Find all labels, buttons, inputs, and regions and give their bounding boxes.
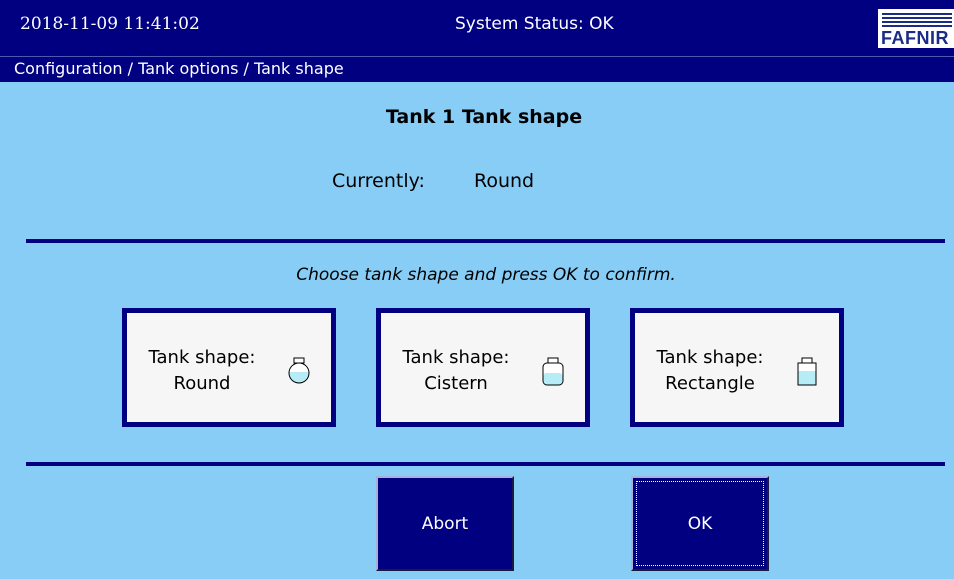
shape-button-label: Tank shape:	[402, 347, 510, 368]
rectangle-tank-icon	[797, 357, 817, 386]
shape-button-label: Tank shape:	[148, 347, 256, 368]
round-tank-icon	[288, 357, 310, 384]
datetime: 2018-11-09 11:41:02	[20, 14, 200, 34]
shape-rectangle-button[interactable]: Tank shape: Rectangle	[630, 308, 844, 427]
shape-round-button[interactable]: Tank shape: Round	[122, 308, 336, 427]
shape-button-value: Round	[173, 373, 231, 394]
cistern-tank-icon	[542, 357, 564, 386]
shape-cistern-button[interactable]: Tank shape: Cistern	[376, 308, 590, 427]
system-status: System Status: OK	[455, 14, 614, 34]
brand-logo: FAFNIR	[878, 9, 954, 48]
instruction-text: Choose tank shape and press OK to confir…	[296, 265, 676, 285]
current-shape-value: Round	[474, 170, 535, 192]
divider-top	[26, 239, 945, 243]
abort-button[interactable]: Abort	[376, 476, 514, 571]
current-shape-label: Currently:	[332, 170, 425, 192]
page-title: Tank 1 Tank shape	[385, 106, 583, 128]
ok-button[interactable]: OK	[631, 476, 769, 571]
shape-button-label: Tank shape:	[656, 347, 764, 368]
breadcrumb: Configuration / Tank options / Tank shap…	[0, 56, 954, 82]
title-bar: 2018-11-09 11:41:02 System Status: OK FA…	[0, 0, 954, 56]
divider-bottom	[26, 462, 945, 466]
shape-button-value: Rectangle	[665, 373, 755, 394]
shape-button-value: Cistern	[424, 373, 488, 394]
